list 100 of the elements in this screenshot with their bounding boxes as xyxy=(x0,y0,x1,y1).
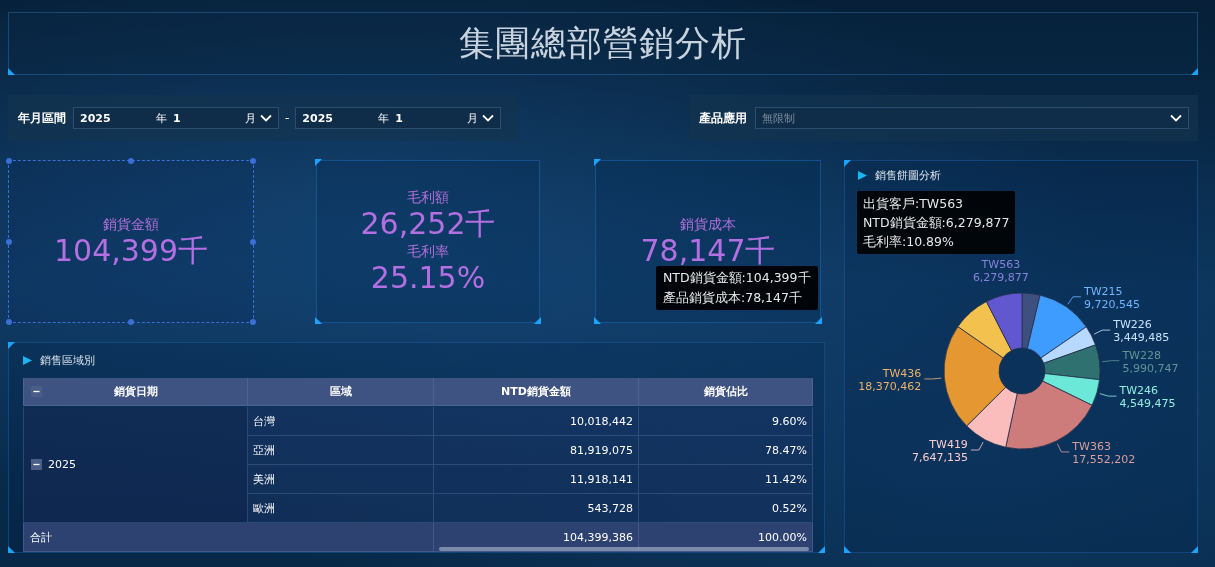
table-cell: 11,918,141 xyxy=(434,465,639,494)
slice-label: TW228 5,990,747 xyxy=(1122,348,1179,375)
tooltip-text: NTD銷貨金額:6,279,877 xyxy=(863,214,1010,232)
slice-label: TW363 17,552,202 xyxy=(1072,439,1136,466)
table-cell: 歐洲 xyxy=(248,494,434,523)
header-text: 區域 xyxy=(329,384,352,399)
kpi-value: 78,147千 xyxy=(640,232,776,269)
header-text: 銷貨日期 xyxy=(113,384,158,399)
year-unit: 年 xyxy=(378,110,391,126)
panel-title: 銷售餅圖分析 xyxy=(875,168,941,183)
leader-line xyxy=(1093,329,1111,335)
table-cell: 11.42% xyxy=(639,465,813,494)
slice-label: TW215 9,720,545 xyxy=(1083,284,1140,311)
table-cell: 10,018,442 xyxy=(434,407,639,436)
header-text: NTD銷貨金額 xyxy=(501,384,571,399)
chevron-down-icon xyxy=(1170,114,1182,122)
corner-mark xyxy=(815,317,822,324)
year-value: 2025 xyxy=(80,111,112,125)
table-cell: 亞洲 xyxy=(248,436,434,465)
month-unit: 月 xyxy=(467,110,479,126)
dashboard-title: 集團總部營銷分析 xyxy=(459,22,747,65)
month-unit: 月 xyxy=(245,110,256,126)
table-cell: 0.52% xyxy=(639,494,813,523)
month-value: 1 xyxy=(395,111,404,125)
table-cell: 9.60% xyxy=(639,407,813,436)
slice-label: TW419 7,647,135 xyxy=(911,438,968,464)
table-cell: 104,399,386 xyxy=(434,523,639,552)
corner-mark xyxy=(315,159,322,166)
pie-slice[interactable] xyxy=(966,386,1018,448)
leader-line xyxy=(923,377,942,380)
table-cell: 台灣 xyxy=(248,407,434,436)
resize-handle[interactable] xyxy=(128,158,134,164)
corner-mark xyxy=(594,159,601,166)
tooltip-text: 出貨客戶:TW563 xyxy=(863,195,965,213)
slice-label: TW246 4,549,475 xyxy=(1119,384,1176,411)
resize-handle[interactable] xyxy=(128,319,134,325)
corner-mark xyxy=(818,546,825,553)
filter-label: 年月區間 xyxy=(18,109,66,127)
collapse-icon[interactable] xyxy=(31,459,42,470)
tooltip-text: NTD銷貨金額:104,399千 xyxy=(663,269,811,287)
year-month-picker[interactable]: 2025 年 1 月 xyxy=(295,107,502,129)
corner-mark xyxy=(594,317,601,324)
pie-slice[interactable] xyxy=(1042,373,1100,406)
kpi-label: 銷貨成本 xyxy=(680,214,736,233)
group-label: 2025 xyxy=(48,458,76,471)
corner-mark xyxy=(534,317,541,324)
table-cell: 78.47% xyxy=(639,436,813,465)
kpi-value: 26,252千 xyxy=(360,205,496,242)
table-cell: 合計 xyxy=(23,523,434,552)
year-value: 2025 xyxy=(302,111,334,125)
pie-slice[interactable] xyxy=(943,326,1007,427)
filter-label: 產品應用 xyxy=(699,109,747,127)
collapse-icon[interactable] xyxy=(31,386,42,397)
resize-handle[interactable] xyxy=(250,158,256,164)
resize-handle[interactable] xyxy=(6,158,12,164)
kpi-card[interactable]: 毛利額 26,252千 毛利率 25.15% xyxy=(316,160,540,323)
year-month-picker[interactable]: 2025 年 1 月 xyxy=(73,107,279,129)
pie-slice[interactable] xyxy=(1043,344,1101,381)
leader-line xyxy=(1102,360,1120,363)
pie-slice[interactable] xyxy=(986,292,1023,351)
resize-handle[interactable] xyxy=(250,238,256,245)
chevron-down-icon xyxy=(482,114,495,122)
triangle-icon xyxy=(858,171,867,180)
corner-mark xyxy=(8,68,15,75)
leader-line xyxy=(970,441,984,451)
range-separator: - xyxy=(285,111,290,125)
month-value: 1 xyxy=(173,111,182,125)
tooltip-text: 產品銷貨成本:78,147千 xyxy=(663,289,803,307)
kpi-value: 25.15% xyxy=(370,259,486,296)
leader-line xyxy=(1057,443,1070,453)
corner-mark xyxy=(1191,68,1198,75)
corner-mark xyxy=(844,160,851,167)
triangle-icon xyxy=(23,356,32,365)
corner-mark xyxy=(315,317,322,324)
corner-mark xyxy=(8,546,15,553)
pie-slice[interactable] xyxy=(957,301,1012,359)
kpi-label: 毛利額 xyxy=(407,187,449,206)
table-cell: 100.00% xyxy=(639,523,813,552)
chevron-down-icon xyxy=(260,114,272,122)
pie-slice[interactable] xyxy=(1040,326,1096,364)
table-cell: 543,728 xyxy=(434,494,639,523)
product-select[interactable]: 無限制 xyxy=(755,107,1189,129)
slice-label: TW226 3,449,485 xyxy=(1113,318,1170,345)
kpi-card[interactable]: 銷貨金額 104,399千 xyxy=(8,160,254,323)
kpi-label: 銷貨金額 xyxy=(103,214,159,233)
table-cell: 81,919,075 xyxy=(434,436,639,465)
leader-line xyxy=(1067,296,1082,305)
resize-handle[interactable] xyxy=(6,238,12,245)
slice-label: TW563 6,279,877 xyxy=(972,257,1029,284)
resize-handle[interactable] xyxy=(250,319,256,325)
leader-line xyxy=(1099,393,1117,397)
kpi-label: 毛利率 xyxy=(407,241,449,260)
scrollbar[interactable] xyxy=(439,547,809,551)
resize-handle[interactable] xyxy=(6,319,12,325)
panel-title: 銷售區域別 xyxy=(40,353,95,368)
kpi-value: 104,399千 xyxy=(53,232,209,269)
table-cell: 美洲 xyxy=(248,465,434,494)
tooltip-text: 毛利率:10.89% xyxy=(863,233,955,251)
year-unit: 年 xyxy=(156,110,168,126)
corner-mark xyxy=(844,546,851,553)
